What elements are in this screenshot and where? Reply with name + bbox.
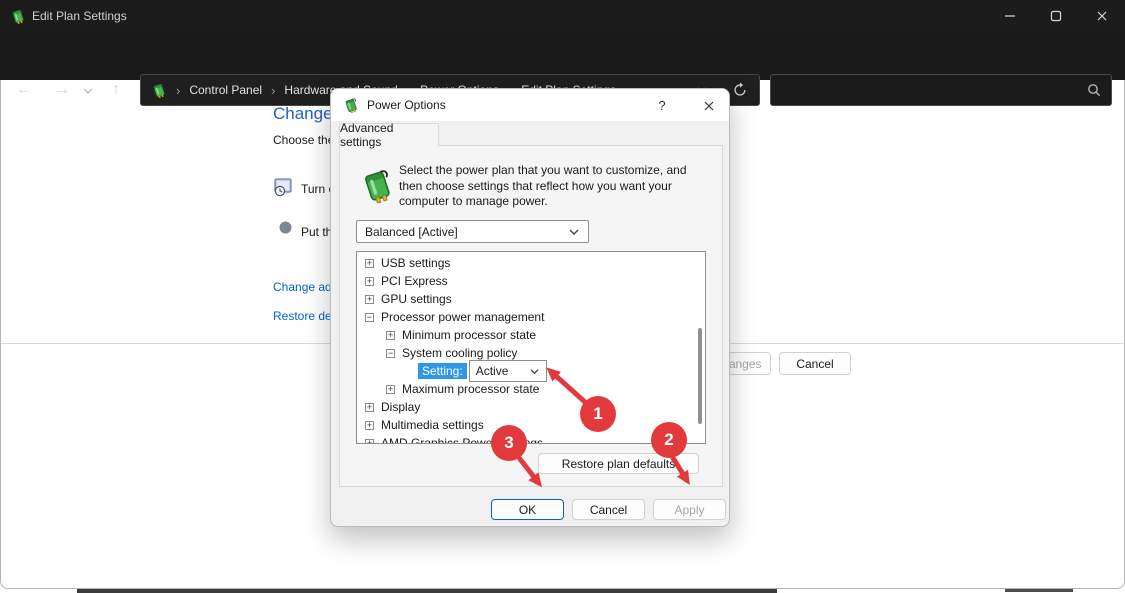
expand-toggle-icon[interactable]: +	[365, 402, 374, 412]
maximize-icon	[1050, 10, 1062, 22]
power-plan-dropdown-value: Balanced [Active]	[365, 224, 458, 239]
taskbar-edge-strip	[77, 589, 777, 593]
taskbar-edge-strip	[1005, 589, 1073, 592]
forward-button[interactable]: →	[50, 80, 74, 100]
step-badge-2: 2	[651, 422, 687, 458]
tree-item-pci-express[interactable]: PCI Express	[381, 274, 448, 288]
close-button[interactable]	[1079, 0, 1125, 32]
tree-item-processor-power-management[interactable]: Processor power management	[381, 310, 544, 324]
tree-item-usb-settings[interactable]: USB settings	[381, 256, 450, 270]
apply-button[interactable]: Apply	[653, 499, 726, 520]
power-options-dialog-icon	[343, 97, 359, 113]
recent-pages-chevron-icon[interactable]	[82, 85, 94, 97]
cooling-policy-dropdown-value: Active	[475, 364, 509, 378]
power-plan-battery-icon	[359, 163, 395, 207]
tree-scrollbar[interactable]	[698, 328, 702, 424]
dialog-description: Select the power plan that you want to c…	[399, 163, 687, 208]
collapse-toggle-icon[interactable]: −	[365, 312, 374, 322]
search-input[interactable]	[770, 74, 1112, 106]
refresh-icon[interactable]	[731, 81, 749, 99]
setting-label: Setting:	[418, 363, 467, 379]
window-title: Edit Plan Settings	[32, 9, 127, 23]
put-computer-to-sleep-label: Put th	[301, 225, 333, 239]
step-badge-1: 1	[580, 396, 616, 432]
chevron-down-icon	[529, 366, 540, 377]
cooling-policy-dropdown[interactable]: Active	[468, 360, 547, 382]
power-options-dialog: Power Options ? Advanced settings Select…	[330, 88, 730, 527]
dialog-title: Power Options	[367, 98, 446, 112]
power-plan-dropdown[interactable]: Balanced [Active]	[356, 220, 589, 243]
expand-toggle-icon[interactable]: +	[386, 384, 395, 394]
tree-row-setting: Setting: Active	[357, 360, 705, 382]
expand-toggle-icon[interactable]: +	[386, 330, 395, 340]
tree-row: + GPU settings	[357, 290, 705, 308]
dialog-cancel-button[interactable]: Cancel	[572, 499, 645, 520]
minimize-icon	[1005, 15, 1015, 17]
tree-item-system-cooling-policy[interactable]: System cooling policy	[402, 346, 517, 360]
tree-row: + Maximum processor state	[357, 380, 705, 398]
navigation-bar: ← → ↑ › Control Panel › Hardware and Sou…	[0, 32, 1125, 106]
tree-row: + PCI Express	[357, 272, 705, 290]
tree-row: + USB settings	[357, 254, 705, 272]
tree-row: − Processor power management	[357, 308, 705, 326]
advanced-settings-tree: + USB settings + PCI Express + GPU setti…	[356, 251, 706, 444]
tree-row: + Display	[357, 398, 705, 416]
power-plan-app-icon	[10, 8, 26, 24]
maximize-button[interactable]	[1033, 0, 1079, 32]
tree-item-minimum-processor-state[interactable]: Minimum processor state	[402, 328, 536, 342]
ok-button[interactable]: OK	[491, 499, 564, 520]
expand-toggle-icon[interactable]: +	[365, 276, 374, 286]
expand-toggle-icon[interactable]: +	[365, 258, 374, 268]
change-advanced-settings-link[interactable]: Change ad	[273, 280, 332, 294]
screenshot-root: Edit Plan Settings ← → ↑ › Control Panel…	[0, 0, 1125, 593]
help-button[interactable]: ?	[651, 96, 673, 116]
dialog-titlebar: Power Options ?	[331, 89, 729, 121]
dialog-close-button[interactable]	[697, 96, 721, 116]
chevron-down-icon	[568, 226, 580, 238]
moon-icon	[273, 220, 293, 240]
breadcrumb-separator-icon: ›	[176, 82, 181, 98]
back-button[interactable]: ←	[12, 80, 36, 100]
step-badge-3: 3	[491, 425, 527, 461]
expand-toggle-icon[interactable]: +	[365, 294, 374, 304]
tree-row: + Minimum processor state	[357, 326, 705, 344]
display-clock-icon	[273, 177, 293, 197]
tree-item-maximum-processor-state[interactable]: Maximum processor state	[402, 382, 539, 396]
close-icon	[1096, 10, 1108, 22]
expand-toggle-icon[interactable]: +	[365, 438, 374, 443]
power-plan-breadcrumb-icon	[151, 82, 167, 98]
close-icon	[703, 100, 715, 112]
expand-toggle-icon[interactable]: +	[365, 420, 374, 430]
window-titlebar: Edit Plan Settings	[0, 0, 1125, 32]
tree-item-display[interactable]: Display	[381, 400, 420, 414]
breadcrumb-separator-icon: ›	[271, 82, 276, 98]
page-title: Change	[273, 104, 333, 123]
page-cancel-button[interactable]: Cancel	[779, 352, 851, 375]
tab-advanced-settings[interactable]: Advanced settings	[339, 121, 439, 149]
search-icon	[1086, 82, 1102, 98]
tree-item-multimedia-settings[interactable]: Multimedia settings	[381, 418, 484, 432]
breadcrumb-item-control-panel[interactable]: Control Panel	[189, 83, 262, 97]
page-subtitle: Choose the	[273, 133, 335, 147]
tree-item-gpu-settings[interactable]: GPU settings	[381, 292, 452, 306]
minimize-button[interactable]	[987, 0, 1033, 32]
up-button[interactable]: ↑	[104, 80, 128, 100]
collapse-toggle-icon[interactable]: −	[386, 348, 395, 358]
restore-defaults-link[interactable]: Restore def	[273, 309, 335, 323]
